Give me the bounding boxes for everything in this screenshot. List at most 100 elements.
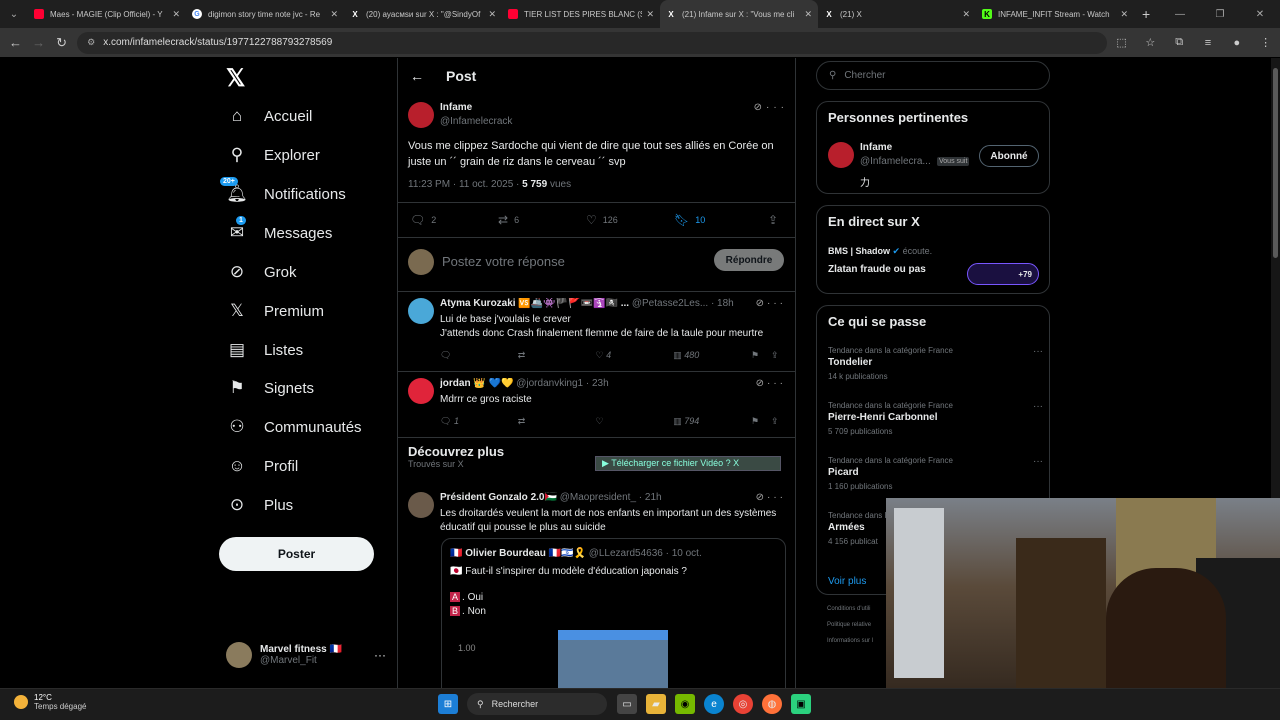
extensions-icon[interactable]: ⧉: [1165, 36, 1194, 49]
user-name[interactable]: Infame: [860, 142, 892, 153]
more-icon[interactable]: ···: [766, 102, 788, 113]
bookmark-icon[interactable]: ⚑: [751, 416, 771, 427]
comment-author[interactable]: jordan 👑 💙💛: [440, 378, 513, 389]
avatar[interactable]: [408, 102, 434, 128]
views-icon[interactable]: ▥ 480: [673, 350, 751, 361]
browser-tab[interactable]: Maes - MAGIE (Clip Officiel) - Y ✕: [28, 0, 186, 28]
more-icon[interactable]: ···: [1033, 456, 1043, 467]
share-icon[interactable]: ⇪: [771, 416, 785, 427]
grok-icon[interactable]: ⊘: [756, 298, 767, 309]
sidebar-item-lists[interactable]: ▤ Listes: [226, 332, 303, 368]
browser-tab[interactable]: Gdigimon story time note jvc - Re ✕: [186, 0, 344, 28]
comment-author[interactable]: Atyma Kurozaki 🆚🚢👾🏴🚩📼🛐🏴‍☠️ ...: [440, 298, 629, 309]
sidebar-item-notifications[interactable]: 🔔︎ 20+ Notifications: [220, 176, 346, 212]
media-icon[interactable]: ≡: [1194, 37, 1223, 49]
author-name[interactable]: Président Gonzalo 2.0🇵🇸: [440, 492, 557, 503]
bookmark-icon[interactable]: ⚑: [751, 350, 771, 361]
close-icon[interactable]: ✕: [646, 9, 654, 20]
reload-icon[interactable]: ↻: [50, 35, 73, 51]
comment-handle[interactable]: @jordanvking1 · 23h: [516, 378, 608, 389]
author-handle[interactable]: @Maopresident_ · 21h: [560, 492, 662, 503]
like-button[interactable]: ♡ 126: [586, 213, 674, 227]
footer-link[interactable]: Informations sur l: [827, 638, 873, 644]
browser-tab[interactable]: K INFAME_INFIT Stream - Watch ✕: [976, 0, 1134, 28]
star-icon[interactable]: ☆: [1136, 36, 1165, 49]
avatar[interactable]: [408, 298, 434, 324]
trend-item[interactable]: Tendance dans la catégorie France Picard 1…: [828, 456, 1043, 491]
repost-icon[interactable]: ⇄: [518, 416, 596, 427]
comment-handle[interactable]: @Petasse2Les... · 18h: [632, 298, 734, 309]
see-more-link[interactable]: Voir plus: [828, 576, 866, 587]
space-title[interactable]: Zlatan fraude ou pas: [828, 264, 926, 275]
url-field[interactable]: ⚙ x.com/infamelecrack/status/197712278879…: [77, 31, 1108, 54]
account-switcher[interactable]: Marvel fitness 🇫🇷 @Marvel_Fit ···: [226, 642, 386, 668]
views-icon[interactable]: ▥ 794: [673, 416, 751, 427]
browser-tab[interactable]: X (20) ayacмsи sur X : "@SindyOf ✕: [344, 0, 502, 28]
bookmark-button[interactable]: 🔖︎ 10: [674, 213, 762, 227]
back-arrow-icon[interactable]: ←: [410, 68, 424, 84]
install-icon[interactable]: ⬚: [1107, 36, 1136, 49]
sidebar-item-communities[interactable]: ⚇ Communautés: [226, 409, 361, 445]
chrome-icon[interactable]: ◎: [733, 694, 753, 714]
space-listeners[interactable]: +79: [967, 263, 1039, 285]
more-icon[interactable]: ···: [1033, 401, 1043, 412]
profile-icon[interactable]: ●: [1222, 37, 1251, 49]
search-input[interactable]: ⚲ Chercher: [816, 61, 1050, 90]
share-button[interactable]: ⇪: [768, 213, 784, 227]
x-logo-icon[interactable]: 𝕏: [226, 64, 245, 93]
close-icon[interactable]: ✕: [330, 9, 338, 20]
weather-widget[interactable]: 12°C Temps dégagé: [14, 693, 86, 711]
nvidia-icon[interactable]: ◉: [675, 694, 695, 714]
reply-icon[interactable]: 🗨︎: [440, 350, 518, 361]
sidebar-item-home[interactable]: ⌂ Accueil: [226, 98, 313, 134]
author-name[interactable]: Infame: [440, 102, 472, 113]
sidebar-item-messages[interactable]: ✉ 1 Messages: [226, 215, 332, 251]
footer-link[interactable]: Politique relative: [827, 622, 871, 628]
quoted-post[interactable]: 🇫🇷 Olivier Bourdeau 🇫🇷🇮🇱🎗️ @LLezard54636…: [441, 538, 786, 690]
repost-icon[interactable]: ⇄: [518, 350, 596, 361]
more-icon[interactable]: ···: [767, 378, 786, 389]
browser-tab[interactable]: TIER LIST DES PIRES BLANC (SO ✕: [502, 0, 660, 28]
sidebar-item-profile[interactable]: ☺ Profil: [226, 448, 298, 484]
share-icon[interactable]: ⇪: [771, 350, 785, 361]
browser-tab[interactable]: X (21) X ✕: [818, 0, 976, 28]
scrollbar-thumb[interactable]: [1273, 68, 1278, 258]
footer-link[interactable]: Conditions d'utili: [827, 606, 871, 612]
sidebar-item-bookmarks[interactable]: ⚑ Signets: [226, 370, 314, 406]
sidebar-item-explore[interactable]: ⚲ Explorer: [226, 137, 320, 173]
avatar[interactable]: [408, 492, 434, 518]
grok-icon[interactable]: ⊘: [756, 378, 767, 389]
user-handle[interactable]: @Infamelecra...: [860, 156, 931, 167]
author-handle[interactable]: @Infamelecrack: [440, 116, 512, 127]
close-icon[interactable]: ✕: [172, 9, 180, 20]
heart-icon[interactable]: ♡ 4: [596, 350, 674, 361]
following-button[interactable]: Abonné: [979, 145, 1039, 167]
terminal-app-icon[interactable]: ▣: [791, 694, 811, 714]
tab-search-menu[interactable]: ⌄: [0, 0, 28, 28]
minimize-icon[interactable]: —: [1160, 9, 1200, 20]
start-windows-icon[interactable]: ⊞: [438, 694, 458, 714]
avatar[interactable]: [828, 142, 854, 168]
trend-item[interactable]: Tendance dans la catégorie France Tondeli…: [828, 346, 1043, 381]
repost-button[interactable]: ⇄ 6: [498, 213, 586, 227]
reply-button[interactable]: Répondre: [714, 249, 784, 271]
menu-icon[interactable]: ⋮: [1251, 36, 1280, 49]
task-view-icon[interactable]: ▭: [617, 694, 637, 714]
comment-item[interactable]: jordan 👑 💙💛 @jordanvking1 · 23h ⊘··· Mdr…: [398, 372, 795, 438]
site-info-icon[interactable]: ⚙: [87, 37, 95, 48]
quote-image[interactable]: [558, 630, 668, 690]
close-window-icon[interactable]: ✕: [1240, 9, 1280, 20]
more-icon[interactable]: ···: [767, 492, 786, 503]
close-icon[interactable]: ✕: [804, 9, 812, 20]
reply-button[interactable]: 🗨︎ 2: [410, 213, 498, 227]
close-icon[interactable]: ✕: [1120, 9, 1128, 20]
more-icon[interactable]: ···: [1033, 346, 1043, 357]
trend-item[interactable]: Tendance dans la catégorie France Pierre-…: [828, 401, 1043, 436]
post-button[interactable]: Poster: [219, 537, 374, 571]
grok-icon[interactable]: ⊘: [754, 102, 766, 113]
grok-icon[interactable]: ⊘: [756, 492, 767, 503]
sidebar-item-grok[interactable]: ⊘ Grok: [226, 254, 297, 290]
more-icon[interactable]: ···: [374, 648, 386, 662]
heart-icon[interactable]: ♡: [596, 416, 674, 427]
reply-icon[interactable]: 🗨︎ 1: [440, 416, 518, 427]
